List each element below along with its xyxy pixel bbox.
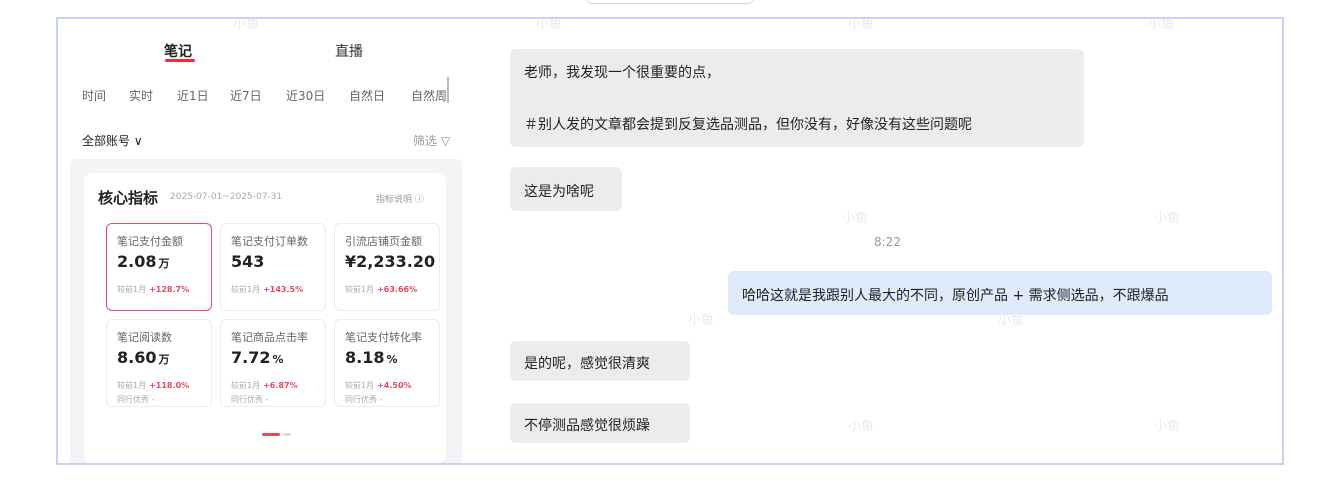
screenshot-frame: 笔记 直播 时间 实时 近1日 近7日 近30日 自然日 自然周 全部账号 ∨ …: [56, 17, 1284, 465]
chat-timestamp: 8:22: [874, 235, 901, 249]
time-filter-natural-week[interactable]: 自然周: [411, 87, 447, 104]
message-line: 是的呢，感觉很清爽: [524, 356, 650, 372]
metric-compare: 较前1月 +4.50%: [345, 381, 412, 390]
watermark: 小鱼: [842, 211, 869, 226]
metric-card-payment-amount[interactable]: 笔记支付金额 2.08 万 较前1月 +128.7%: [106, 223, 212, 311]
pagination-dot-active[interactable]: [262, 433, 280, 436]
metric-help-link[interactable]: 指标说明 ⓘ: [376, 192, 424, 205]
time-filter-7d[interactable]: 近7日: [230, 87, 262, 104]
tab-live[interactable]: 直播: [335, 41, 363, 61]
message-line: 这是为啥呢: [524, 184, 594, 200]
time-filter-30d[interactable]: 近30日: [286, 87, 325, 104]
metric-value: 8.60 万: [117, 348, 170, 367]
chat-message-1: 老师，我发现一个很重要的点， ＃别人发的文章都会提到反复选品测品，但你没有，好像…: [510, 49, 1084, 147]
filter-button[interactable]: 筛选 ▽: [413, 132, 450, 149]
metric-label: 笔记支付金额: [117, 235, 183, 248]
metric-label: 笔记商品点击率: [231, 331, 308, 344]
metric-label: 笔记支付转化率: [345, 331, 422, 344]
metric-value: 543: [231, 252, 265, 271]
metric-compare: 较前1月 +6.87%: [231, 381, 298, 390]
watermark: 小鱼: [1154, 211, 1181, 226]
metric-compare: 较前1月 +63.66%: [345, 285, 418, 294]
metric-value: 2.08 万: [117, 252, 170, 271]
chat-message-5: 不停测品感觉很烦躁: [510, 403, 690, 443]
time-filter-1d[interactable]: 近1日: [177, 87, 209, 104]
watermark: 小鱼: [998, 313, 1025, 328]
watermark: 小鱼: [1148, 17, 1175, 32]
scroll-divider: [447, 77, 449, 103]
card-title: 核心指标: [98, 189, 159, 207]
watermark: 小鱼: [848, 17, 875, 32]
window-top-tab: [586, 0, 754, 4]
metrics-panel: 核心指标 2025-07-01~2025-07-31 指标说明 ⓘ 笔记支付金额…: [70, 159, 462, 463]
metric-label: 笔记阅读数: [117, 331, 172, 344]
chat-message-2: 这是为啥呢: [510, 167, 622, 211]
account-selector[interactable]: 全部账号 ∨: [82, 132, 143, 149]
metric-compare: 较前1月 +118.0%: [117, 381, 190, 390]
time-filter-realtime[interactable]: 实时: [129, 87, 153, 104]
core-metrics-card: 核心指标 2025-07-01~2025-07-31 指标说明 ⓘ 笔记支付金额…: [84, 173, 446, 463]
main-tabs: 笔记 直播: [58, 41, 458, 65]
message-line: 不停测品感觉很烦躁: [524, 418, 650, 434]
metric-value: ¥2,233.20: [345, 252, 436, 271]
metric-card-order-count[interactable]: 笔记支付订单数 543 较前1月 +143.5%: [220, 223, 326, 311]
analytics-panel: 笔记 直播 时间 实时 近1日 近7日 近30日 自然日 自然周 全部账号 ∨ …: [58, 19, 462, 463]
time-filter-label: 时间: [82, 89, 107, 103]
metric-card-read-count[interactable]: 笔记阅读数 8.60 万 较前1月 +118.0% 同行优秀 -: [106, 319, 212, 407]
metric-value: 7.72%: [231, 348, 284, 367]
watermark: 小鱼: [536, 17, 563, 32]
pagination-dot[interactable]: [283, 433, 291, 436]
time-filter-natural-day[interactable]: 自然日: [349, 87, 385, 104]
watermark: 小鱼: [1154, 419, 1181, 434]
tab-notes[interactable]: 笔记: [164, 41, 192, 61]
metric-label: 引流店铺页金额: [345, 235, 422, 248]
metric-card-click-rate[interactable]: 笔记商品点击率 7.72% 较前1月 +6.87% 同行优秀 -: [220, 319, 326, 407]
active-tab-indicator: [165, 59, 195, 62]
metric-label: 笔记支付订单数: [231, 235, 308, 248]
metric-card-conversion-rate[interactable]: 笔记支付转化率 8.18% 较前1月 +4.50% 同行优秀 -: [334, 319, 440, 407]
metric-peer: 同行优秀 -: [117, 395, 155, 404]
message-line: 老师，我发现一个很重要的点，: [524, 65, 720, 81]
watermark: 小鱼: [233, 17, 260, 32]
metric-value: 8.18%: [345, 348, 398, 367]
watermark: 小鱼: [848, 419, 875, 434]
watermark: 小鱼: [688, 313, 715, 328]
metric-compare: 较前1月 +128.7%: [117, 285, 190, 294]
metric-peer: 同行优秀 -: [231, 395, 269, 404]
metric-peer: 同行优秀 -: [345, 395, 383, 404]
message-line: ＃别人发的文章都会提到反复选品测品，但你没有，好像没有这些问题呢: [524, 117, 972, 133]
chat-area: 老师，我发现一个很重要的点， ＃别人发的文章都会提到反复选品测品，但你没有，好像…: [458, 19, 1282, 463]
chat-message-4: 是的呢，感觉很清爽: [510, 341, 690, 381]
time-filter-bar: 时间 实时 近1日 近7日 近30日 自然日 自然周: [82, 87, 452, 105]
date-range: 2025-07-01~2025-07-31: [170, 192, 283, 202]
message-line: 哈哈这就是我跟别人最大的不同，原创产品 + 需求侧选品，不跟爆品: [742, 288, 1169, 304]
metric-card-store-amount[interactable]: 引流店铺页金额 ¥2,233.20 较前1月 +63.66%: [334, 223, 440, 311]
metric-compare: 较前1月 +143.5%: [231, 285, 304, 294]
